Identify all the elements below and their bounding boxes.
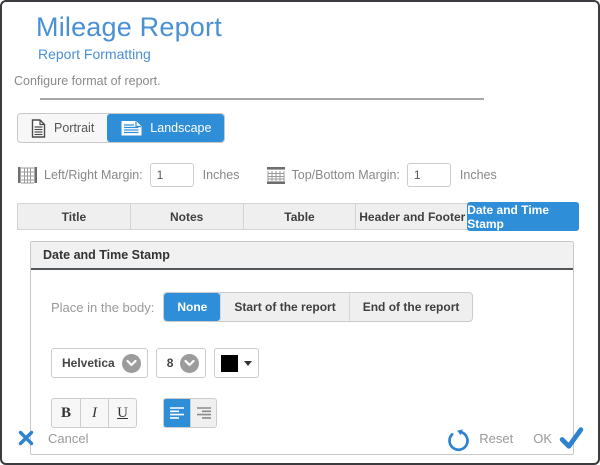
page-description: Configure format of report. [14, 74, 598, 88]
cancel-label: Cancel [48, 431, 88, 446]
portrait-button[interactable]: Portrait [18, 114, 107, 142]
checkmark-icon ok-button[interactable] [559, 426, 584, 451]
tab-notes[interactable]: Notes [130, 204, 243, 229]
ok-label[interactable]: OK [533, 431, 552, 446]
portrait-page-icon [31, 119, 46, 138]
tab-table[interactable]: Table [243, 204, 356, 229]
color-swatch [221, 355, 238, 372]
place-option-end[interactable]: End of the report [349, 293, 473, 321]
font-family-value: Helvetica [62, 356, 115, 370]
header-divider [40, 98, 484, 100]
font-color-picker[interactable] [214, 348, 259, 378]
vertical-margins-grid-icon [17, 166, 38, 184]
left-right-margin-input[interactable] [150, 163, 194, 187]
landscape-button[interactable]: Landscape [107, 114, 224, 142]
page-title: Mileage Report [36, 12, 598, 43]
place-option-none[interactable]: None [164, 293, 220, 321]
x-icon [18, 430, 34, 446]
left-right-margin-unit: Inches [203, 168, 240, 182]
chevron-down-icon [180, 354, 199, 373]
top-bottom-margin-input[interactable] [407, 163, 451, 187]
caret-down-icon [244, 361, 252, 366]
panel-header: Date and Time Stamp [31, 242, 573, 270]
margins-row: Left/Right Margin: Inches Top/Bottom Mar… [17, 163, 598, 187]
font-size-dropdown[interactable]: 8 [156, 348, 207, 378]
landscape-page-icon [121, 120, 142, 136]
section-tabs: Title Notes Table Header and Footer Date… [17, 203, 579, 230]
place-in-body-control: None Start of the report End of the repo… [163, 292, 473, 322]
top-bottom-margin-label: Top/Bottom Margin: [292, 168, 400, 182]
font-size-value: 8 [167, 356, 174, 370]
tab-title[interactable]: Title [18, 204, 130, 229]
reset-button[interactable] [445, 425, 472, 452]
portrait-label: Portrait [54, 121, 94, 135]
cancel-button[interactable]: Cancel [18, 430, 88, 446]
place-option-start[interactable]: Start of the report [220, 293, 348, 321]
dialog-footer: Cancel Reset OK [2, 417, 598, 463]
top-bottom-margin-unit: Inches [460, 168, 497, 182]
landscape-label: Landscape [150, 121, 211, 135]
tab-date-and-time-stamp[interactable]: Date and Time Stamp [467, 202, 579, 231]
report-formatting-dialog: Mileage Report Report Formatting Configu… [0, 0, 600, 465]
tab-header-and-footer[interactable]: Header and Footer [355, 204, 468, 229]
place-in-body-label: Place in the body: [51, 300, 154, 315]
chevron-down-icon [122, 354, 141, 373]
orientation-control: Portrait Landscape [17, 113, 598, 143]
left-right-margin-label: Left/Right Margin: [44, 168, 143, 182]
page-subtitle: Report Formatting [38, 46, 598, 62]
reset-label[interactable]: Reset [479, 431, 513, 446]
font-family-dropdown[interactable]: Helvetica [51, 348, 148, 378]
horizontal-margins-grid-icon [266, 166, 286, 185]
